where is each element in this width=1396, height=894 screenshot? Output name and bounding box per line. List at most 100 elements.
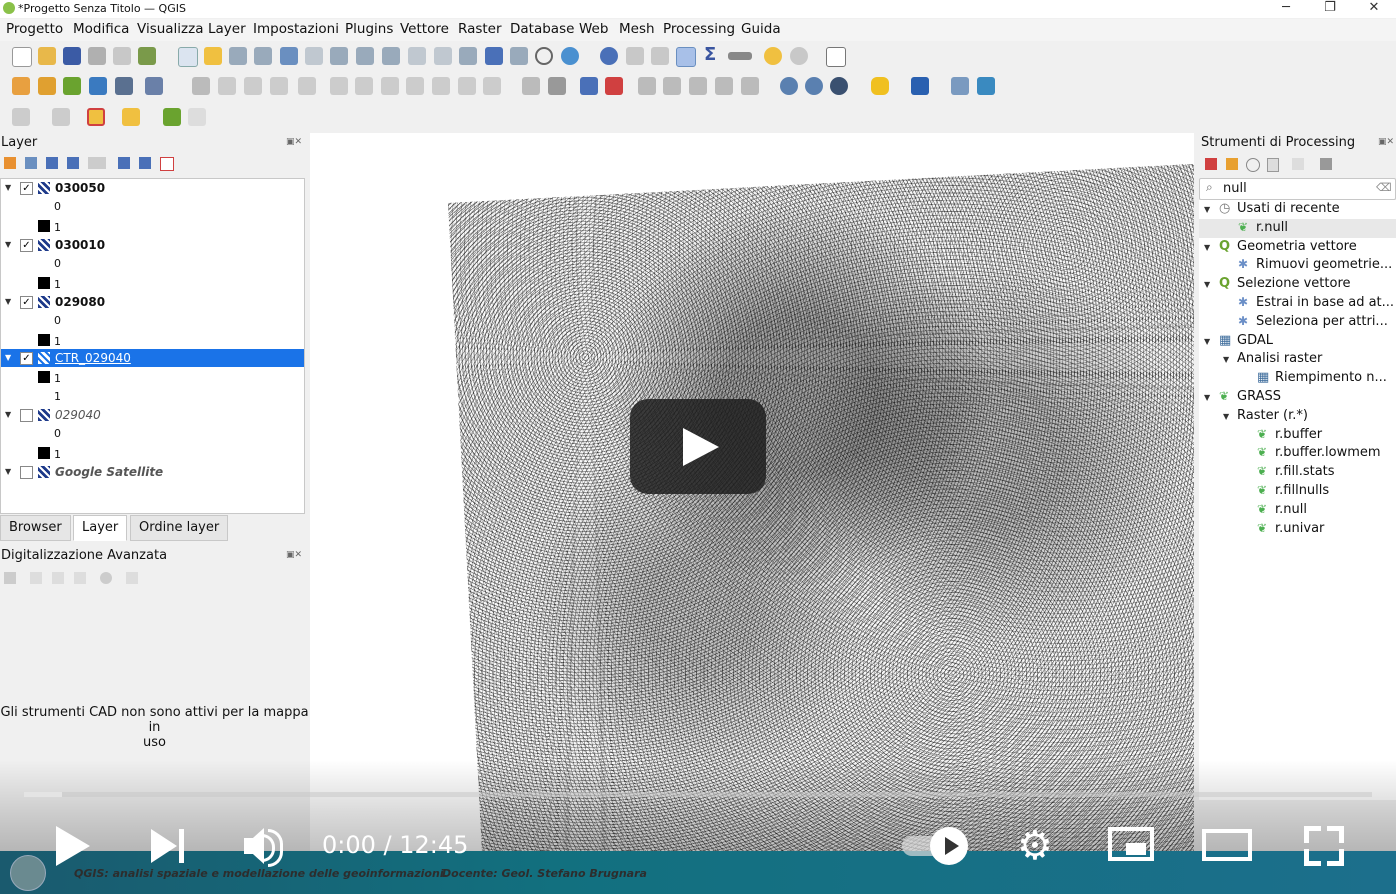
results-viewer-icon[interactable] xyxy=(1267,158,1279,172)
save-project-icon[interactable] xyxy=(63,47,81,65)
label-toolbar-icon[interactable] xyxy=(522,77,540,95)
layer-visibility-checkbox[interactable]: ✓ xyxy=(20,239,33,252)
processing-tree-item[interactable]: ❦ r.fillnulls xyxy=(1199,482,1396,501)
manage-theme-icon[interactable] xyxy=(46,157,58,169)
history-icon[interactable] xyxy=(1246,158,1260,172)
locator-icon[interactable] xyxy=(790,47,808,65)
processing-tree-item[interactable]: ❦ r.null xyxy=(1199,218,1396,238)
processing-search-input[interactable]: ⌕ null ⌫ xyxy=(1199,178,1396,200)
highlight-labels-icon[interactable] xyxy=(580,77,598,95)
change-label-icon[interactable] xyxy=(689,77,707,95)
layer-visibility-checkbox[interactable] xyxy=(20,409,33,422)
menu-web[interactable]: Web xyxy=(579,21,608,37)
processing-tree-item[interactable]: ✱ Seleziona per attri... xyxy=(1199,313,1396,332)
filter-expression-icon[interactable] xyxy=(88,157,106,169)
zoom-selection-icon[interactable] xyxy=(305,47,323,65)
advanced-digitizing-icon[interactable] xyxy=(12,108,30,126)
deselect-all-icon[interactable] xyxy=(163,108,181,126)
field-calculator-icon[interactable] xyxy=(651,47,669,65)
chevron-down-icon[interactable]: ▼ xyxy=(5,353,11,362)
open-styling-icon[interactable] xyxy=(4,157,16,169)
modify-attributes-icon[interactable] xyxy=(330,77,348,95)
collapse-all-icon[interactable] xyxy=(139,157,151,169)
panel-float-close-icon[interactable]: ▣✕ xyxy=(1378,137,1394,147)
processing-tree-item[interactable]: ❦ r.buffer.lowmem xyxy=(1199,444,1396,463)
processing-tree-item[interactable]: ▼ Raster (r.*) xyxy=(1199,407,1396,426)
globe-icon[interactable] xyxy=(780,77,798,95)
expand-all-icon[interactable] xyxy=(118,157,130,169)
toggle-editing-icon[interactable] xyxy=(218,77,236,95)
tab-browser[interactable]: Browser xyxy=(0,515,71,541)
new-3d-view-icon[interactable] xyxy=(459,47,477,65)
layout-manager-icon[interactable] xyxy=(113,47,131,65)
layer-visibility-checkbox[interactable] xyxy=(20,466,33,479)
style-manager-icon[interactable] xyxy=(138,47,156,65)
construction-mode-icon[interactable] xyxy=(30,572,42,584)
snapping-icon[interactable] xyxy=(100,572,112,584)
open-project-icon[interactable] xyxy=(38,47,56,65)
processing-tree-item[interactable]: ▼ Q Geometria vettore xyxy=(1199,238,1396,257)
processing-options-icon[interactable] xyxy=(1320,158,1332,170)
processing-tree-item[interactable]: ❦ r.fill.stats xyxy=(1199,463,1396,482)
select-features-icon[interactable] xyxy=(87,108,105,126)
floater-icon[interactable] xyxy=(126,572,138,584)
layer-item-029080[interactable]: ▼ ✓ 029080 xyxy=(1,293,304,311)
next-video-icon[interactable] xyxy=(151,829,177,863)
menu-impostazioni[interactable]: Impostazioni xyxy=(253,21,339,37)
globe-tools-icon[interactable] xyxy=(830,77,848,95)
pan-to-selection-icon[interactable] xyxy=(204,47,222,65)
temporal-controller-icon[interactable] xyxy=(535,47,553,65)
tab-ordine-layer[interactable]: Ordine layer xyxy=(130,515,229,541)
restore-button[interactable]: ❐ xyxy=(1308,0,1352,18)
show-hide-labels-icon[interactable] xyxy=(715,77,733,95)
help-icon[interactable] xyxy=(911,77,929,95)
clear-search-icon[interactable]: ⌫ xyxy=(1376,181,1392,194)
redo-icon[interactable] xyxy=(483,77,501,95)
minimize-button[interactable]: ─ xyxy=(1264,0,1308,18)
pan-icon[interactable] xyxy=(178,47,198,67)
theater-mode-icon[interactable] xyxy=(1202,829,1252,861)
menu-guida[interactable]: Guida xyxy=(741,21,781,37)
add-mesh-icon[interactable] xyxy=(115,77,133,95)
zoom-out-icon[interactable] xyxy=(254,47,272,65)
menu-mesh[interactable]: Mesh xyxy=(619,21,655,37)
chevron-down-icon[interactable]: ▼ xyxy=(1204,205,1210,214)
zoom-last-icon[interactable] xyxy=(382,47,400,65)
settings-gear-icon[interactable]: ⚙ xyxy=(1017,826,1053,866)
map-tips-icon[interactable] xyxy=(764,47,782,65)
video-play-large-button[interactable] xyxy=(630,399,766,494)
processing-tree-item[interactable]: ✱ Rimuovi geometrie... xyxy=(1199,256,1396,275)
vertex-tool-icon[interactable] xyxy=(298,77,316,95)
data-source-manager-icon[interactable] xyxy=(12,77,30,95)
python-console-icon[interactable] xyxy=(871,77,889,95)
processing-tree-item[interactable]: ❦ r.univar xyxy=(1199,520,1396,539)
show-bookmarks-icon[interactable] xyxy=(510,47,528,65)
text-annotation-icon[interactable] xyxy=(826,47,846,67)
measure-icon[interactable] xyxy=(728,52,752,60)
chevron-down-icon[interactable]: ▼ xyxy=(5,467,11,476)
edit-in-place-icon[interactable] xyxy=(1292,158,1304,170)
menu-layer[interactable]: Layer xyxy=(208,21,246,37)
processing-tree-item[interactable]: ▦ Riempimento n... xyxy=(1199,369,1396,388)
models-icon[interactable] xyxy=(1205,158,1217,170)
zoom-layer-icon[interactable] xyxy=(330,47,348,65)
panel-float-close-icon[interactable]: ▣✕ xyxy=(286,550,302,560)
chevron-down-icon[interactable]: ▼ xyxy=(5,183,11,192)
undo-icon[interactable] xyxy=(458,77,476,95)
diagram-tool-icon[interactable] xyxy=(741,77,759,95)
new-print-layout-icon[interactable] xyxy=(88,47,106,65)
select-by-value-icon[interactable] xyxy=(122,108,140,126)
enable-cad-icon[interactable] xyxy=(4,572,16,584)
paste-features-icon[interactable] xyxy=(432,77,450,95)
move-label-icon[interactable] xyxy=(638,77,656,95)
add-delimited-icon[interactable] xyxy=(145,77,163,95)
select-location-icon[interactable] xyxy=(188,108,206,126)
menu-plugins[interactable]: Plugins xyxy=(345,21,393,37)
layer-item-030010[interactable]: ▼ ✓ 030010 xyxy=(1,236,304,254)
processing-tree-item[interactable]: ▼ Analisi raster xyxy=(1199,350,1396,369)
processing-toolbox-icon[interactable] xyxy=(676,47,696,67)
layer-visibility-checkbox[interactable]: ✓ xyxy=(20,182,33,195)
layer-item-029040[interactable]: ▼ 029040 xyxy=(1,406,304,424)
cut-features-icon[interactable] xyxy=(381,77,399,95)
current-edits-icon[interactable] xyxy=(192,77,210,95)
